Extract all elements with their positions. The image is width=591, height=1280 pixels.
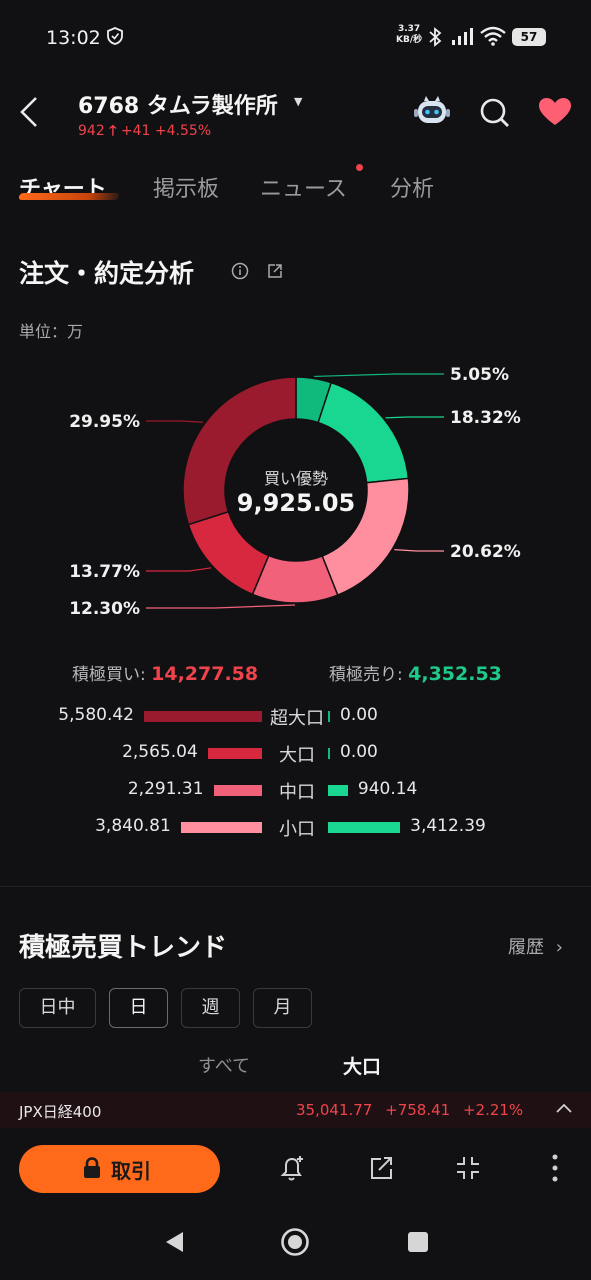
donut-slice	[187, 510, 270, 596]
flow-sell-value: 0.00	[340, 705, 378, 725]
flow-buy-bar	[180, 822, 262, 833]
nav-recent-icon[interactable]	[407, 1231, 429, 1253]
flow-category-label: 小口	[279, 819, 315, 840]
leader-line	[385, 416, 444, 419]
slice-percent-label: 20.62%	[450, 542, 521, 562]
flow-buy-bar	[207, 748, 262, 759]
more-vertical-icon[interactable]	[550, 1153, 560, 1183]
nav-back-icon[interactable]	[163, 1230, 185, 1254]
aggressive-buy-label: 積極買い:	[72, 665, 152, 685]
order-flow-row: 3,840.81 小口 3,412.39	[0, 812, 591, 842]
flow-category-label: 大口	[279, 745, 315, 766]
index-values: 35,041.77 +758.41 +2.21%	[296, 1101, 523, 1119]
slice-percent-label: 5.05%	[450, 365, 509, 385]
flow-buy-value: 2,565.04	[122, 742, 198, 762]
donut-chart: 5.05% 18.32% 20.62% 12.30% 13.77% 29.95%	[69, 365, 521, 619]
flow-buy-value: 2,291.31	[127, 779, 204, 799]
leader-line	[394, 549, 444, 552]
period-intraday[interactable]: 日中	[19, 988, 96, 1028]
trade-button[interactable]: 取引	[19, 1145, 220, 1193]
share-icon[interactable]	[368, 1154, 396, 1182]
slice-percent-label: 29.95%	[69, 412, 140, 432]
order-flow-row: 5,580.42 超大口 0.00	[0, 701, 591, 731]
flow-sell-bar	[328, 748, 330, 759]
index-change-pct: +2.21%	[462, 1101, 524, 1119]
index-value: 35,041.77	[296, 1101, 373, 1119]
flow-sell-value: 3,412.39	[410, 816, 486, 836]
segment-all[interactable]: すべて	[198, 1052, 250, 1078]
aggressive-sell-value: 4,352.53	[408, 663, 502, 685]
segment-large[interactable]: 大口	[343, 1052, 381, 1079]
flow-category-label: 超大口	[270, 708, 324, 729]
flow-sell-value: 0.00	[340, 742, 378, 762]
flow-buy-value: 5,580.42	[58, 705, 134, 725]
aggressive-sell-label: 積極売り:	[329, 665, 409, 685]
aggressive-buy-summary: 積極買い: 14,277.58	[72, 660, 258, 685]
section-divider	[0, 886, 591, 887]
leader-line	[314, 373, 444, 378]
chevron-up-icon[interactable]	[555, 1100, 573, 1116]
history-link[interactable]: 履歴 ›	[508, 933, 563, 959]
index-change: +758.41	[385, 1101, 451, 1119]
flow-sell-bar	[328, 785, 348, 796]
order-flow-row: 2,565.04 大口 0.00	[0, 738, 591, 768]
donut-center-label: 買い優勢	[263, 469, 328, 488]
order-flow-row: 2,291.31 中口 940.14	[0, 775, 591, 805]
slice-percent-label: 12.30%	[69, 599, 140, 619]
period-month[interactable]: 月	[253, 988, 312, 1028]
period-week[interactable]: 週	[181, 988, 240, 1028]
leader-line	[146, 567, 212, 572]
lock-icon	[84, 1157, 100, 1178]
leader-line	[146, 420, 204, 423]
slice-percent-label: 18.32%	[450, 408, 521, 428]
flow-buy-value: 3,840.81	[95, 816, 171, 836]
leader-line	[146, 604, 296, 609]
chevron-right-icon: ›	[555, 937, 563, 958]
flow-category-label: 中口	[279, 782, 315, 803]
period-day[interactable]: 日	[109, 988, 168, 1028]
flow-buy-bar	[213, 785, 262, 796]
history-label: 履歴	[508, 937, 544, 958]
index-name: JPX日経400	[19, 1103, 102, 1121]
donut-center-value: 9,925.05	[236, 489, 356, 517]
trade-label: 取引	[111, 1159, 151, 1183]
nav-home-icon[interactable]	[280, 1227, 310, 1257]
flow-sell-value: 940.14	[357, 779, 418, 799]
slice-percent-label: 13.77%	[69, 562, 140, 582]
aggressive-buy-value: 14,277.58	[151, 663, 259, 685]
flow-sell-bar	[328, 711, 330, 722]
trend-title: 積極売買トレンド	[19, 933, 228, 963]
alert-bell-icon[interactable]	[277, 1153, 307, 1183]
aggressive-sell-summary: 積極売り: 4,352.53	[329, 660, 502, 685]
compress-icon[interactable]	[455, 1155, 481, 1181]
flow-sell-bar	[328, 822, 401, 833]
flow-buy-bar	[144, 711, 262, 722]
